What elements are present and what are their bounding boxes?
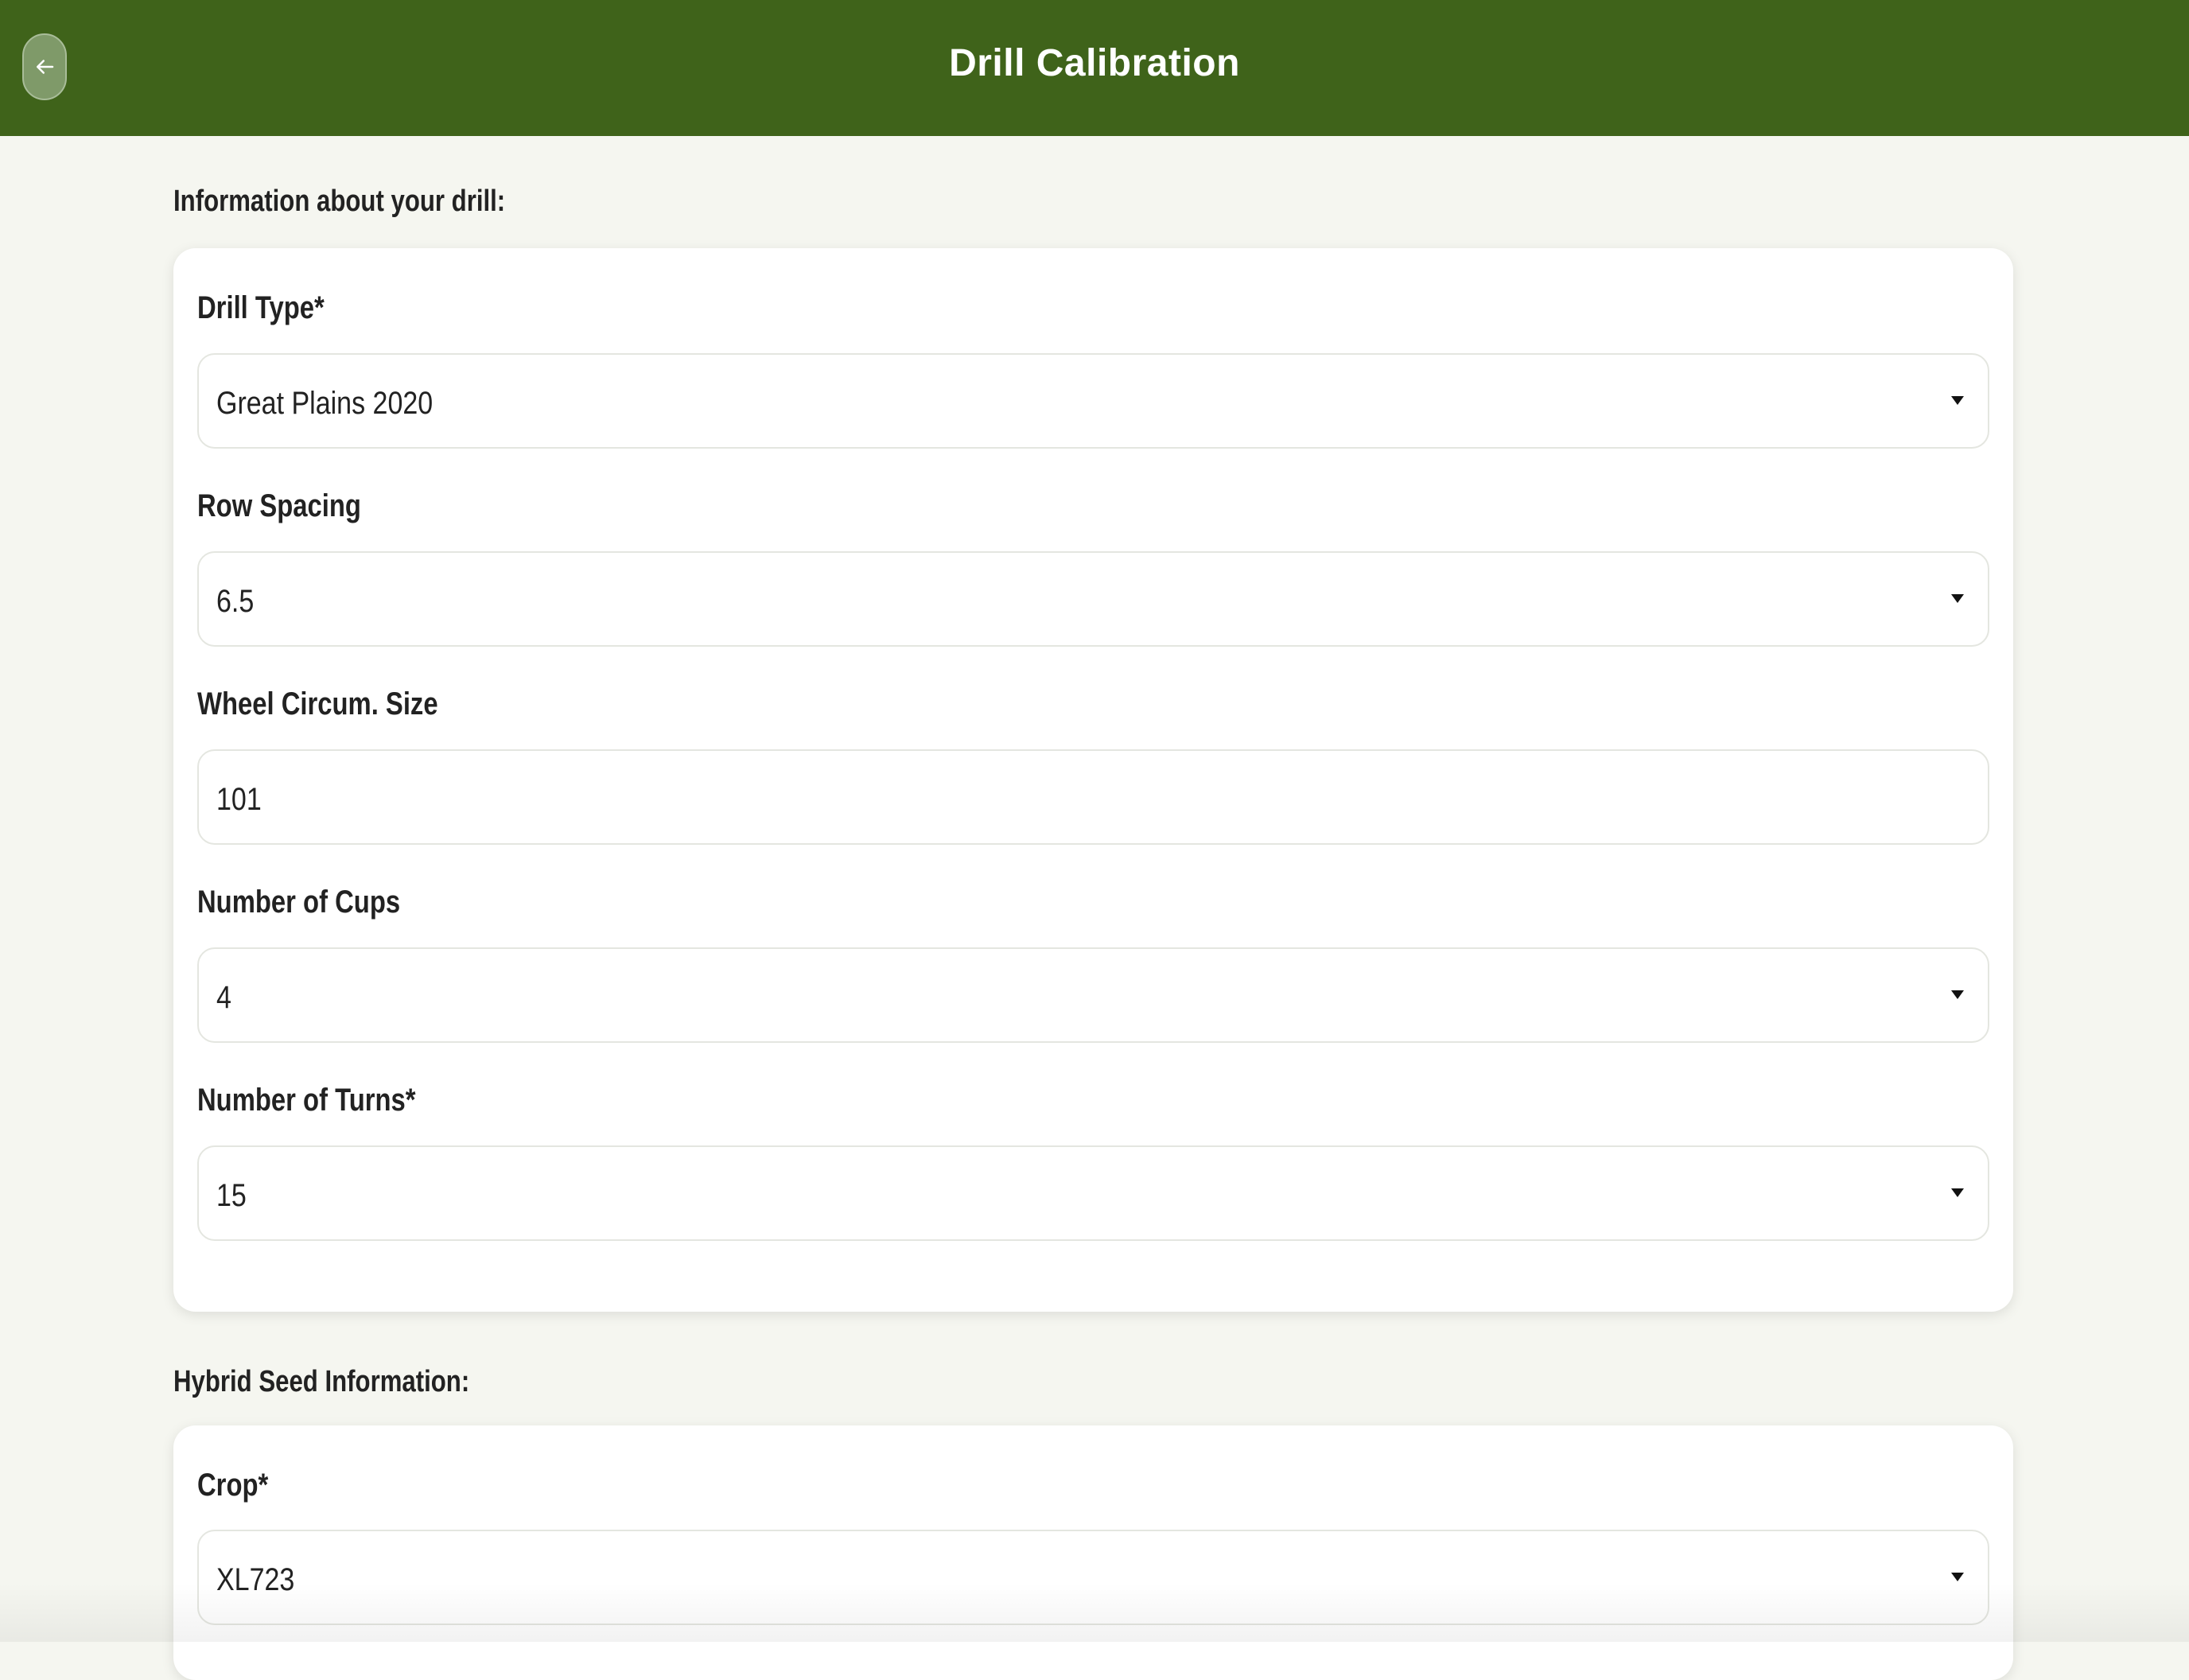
app-header: Drill Calibration xyxy=(0,0,2189,136)
caret-down-icon xyxy=(1951,1188,1964,1197)
caret-down-icon xyxy=(1951,594,1964,603)
page-title: Drill Calibration xyxy=(949,42,1240,84)
drill-type-label: Drill Type* xyxy=(197,290,325,325)
number-of-turns-label: Number of Turns* xyxy=(197,1083,416,1118)
wheel-circum-label: Wheel Circum. Size xyxy=(197,686,438,721)
wheel-circum-value: 101 xyxy=(216,782,262,817)
crop-value: XL723 xyxy=(216,1562,295,1597)
drill-info-heading: Information about your drill: xyxy=(173,185,506,218)
crop-label: Crop* xyxy=(197,1468,269,1503)
row-spacing-select[interactable]: 6.5 xyxy=(197,551,1989,647)
number-of-turns-select[interactable]: 15 xyxy=(197,1145,1989,1241)
wheel-circum-input[interactable]: 101 xyxy=(197,749,1989,845)
drill-type-select[interactable]: Great Plains 2020 xyxy=(197,353,1989,449)
drill-type-value: Great Plains 2020 xyxy=(216,386,434,421)
crop-select[interactable]: XL723 xyxy=(197,1530,1989,1625)
caret-down-icon xyxy=(1951,1573,1964,1581)
number-of-cups-select[interactable]: 4 xyxy=(197,947,1989,1043)
number-of-turns-value: 15 xyxy=(216,1178,247,1213)
row-spacing-value: 6.5 xyxy=(216,584,255,619)
caret-down-icon xyxy=(1951,990,1964,999)
caret-down-icon xyxy=(1951,396,1964,405)
row-spacing-label: Row Spacing xyxy=(197,488,361,523)
number-of-cups-label: Number of Cups xyxy=(197,885,401,920)
number-of-cups-value: 4 xyxy=(216,980,231,1015)
seed-info-heading: Hybrid Seed Information: xyxy=(173,1365,470,1398)
